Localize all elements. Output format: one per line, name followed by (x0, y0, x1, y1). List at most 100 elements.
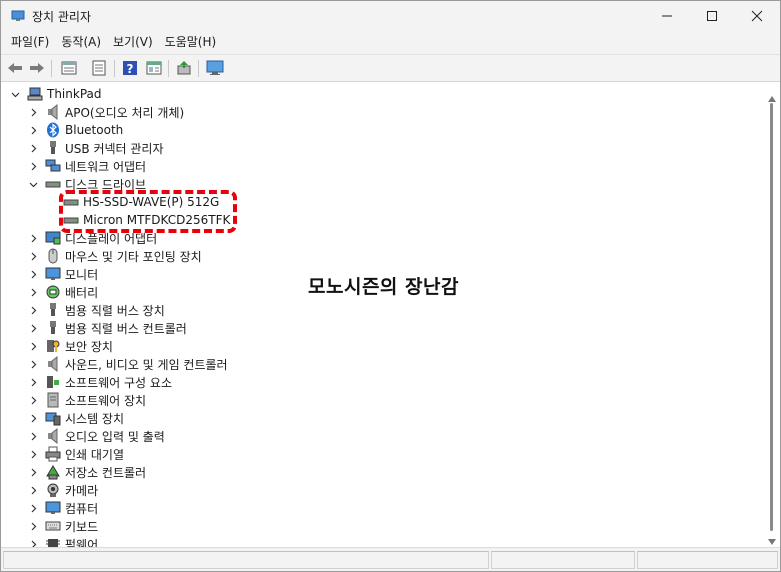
tree-category-batteries[interactable]: 배터리 (27, 283, 98, 301)
tree-category-apo[interactable]: APO(오디오 처리 개체) (27, 103, 184, 121)
properties-pane-icon[interactable] (59, 59, 79, 77)
tree-device-disk-1[interactable]: HS-SSD-WAVE(P) 512G (63, 193, 219, 211)
tree-category-print-queues[interactable]: 인쇄 대기열 (27, 445, 124, 463)
disk-drive-icon (63, 194, 79, 210)
system-device-icon (45, 410, 61, 426)
disk-drive-icon (63, 212, 79, 228)
chevron-right-icon[interactable] (27, 106, 39, 118)
tree-root-label: ThinkPad (47, 87, 102, 101)
update-driver-icon[interactable] (174, 59, 194, 77)
menu-action[interactable]: 동작(A) (55, 31, 107, 54)
tree-category-computer[interactable]: 컴퓨터 (27, 499, 98, 517)
vertical-scrollbar[interactable] (764, 84, 780, 547)
chevron-right-icon[interactable] (27, 466, 39, 478)
tree-category-usb-connector-manager[interactable]: USB 커넥터 관리자 (27, 139, 164, 157)
chevron-right-icon[interactable] (27, 340, 39, 352)
tree-category-cameras[interactable]: 카메라 (27, 481, 98, 499)
category-label: 보안 장치 (65, 339, 113, 354)
chevron-down-icon[interactable] (9, 88, 21, 100)
printer-icon (45, 446, 61, 462)
bluetooth-icon (45, 122, 61, 138)
tree-category-usb-controllers[interactable]: 범용 직렬 버스 컨트롤러 (27, 319, 187, 337)
tree-category-software-components[interactable]: 소프트웨어 구성 요소 (27, 373, 172, 391)
chevron-right-icon[interactable] (27, 538, 39, 547)
help-icon[interactable]: ? (120, 59, 140, 77)
close-button[interactable] (734, 1, 780, 31)
category-label: 네트워크 어댑터 (65, 159, 147, 174)
scrollbar-thumb[interactable] (770, 103, 773, 531)
chevron-right-icon[interactable] (27, 232, 39, 244)
title-bar[interactable]: 장치 관리자 (1, 1, 780, 31)
chevron-right-icon[interactable] (27, 304, 39, 316)
chevron-right-icon[interactable] (27, 124, 39, 136)
scroll-down-arrow-icon[interactable] (768, 534, 776, 548)
toolbar-separator (168, 60, 169, 77)
tree-device-disk-2[interactable]: Micron MTFDKCD256TFK (63, 211, 230, 229)
tree-category-audio-io[interactable]: 오디오 입력 및 출력 (27, 427, 165, 445)
chevron-right-icon[interactable] (27, 286, 39, 298)
tree-category-sound-video-game[interactable]: 사운드, 비디오 및 게임 컨트롤러 (27, 355, 228, 373)
toolbar-separator (51, 60, 52, 77)
forward-icon[interactable] (27, 59, 47, 77)
chevron-right-icon[interactable] (27, 376, 39, 388)
tree-category-network-adapters[interactable]: 네트워크 어댑터 (27, 157, 146, 175)
menu-file[interactable]: 파일(F) (5, 31, 55, 54)
chevron-right-icon[interactable] (27, 520, 39, 532)
tree-category-storage-controllers[interactable]: 저장소 컨트롤러 (27, 463, 146, 481)
device-label: HS-SSD-WAVE(P) 512G (83, 195, 220, 209)
tree-category-bluetooth[interactable]: Bluetooth (27, 121, 123, 139)
chevron-right-icon[interactable] (27, 160, 39, 172)
category-label: 인쇄 대기열 (65, 447, 125, 462)
category-label: 키보드 (65, 519, 99, 534)
tree-category-monitors[interactable]: 모니터 (27, 265, 98, 283)
tree-category-system-devices[interactable]: 시스템 장치 (27, 409, 124, 427)
back-icon[interactable] (5, 59, 25, 77)
tree-category-usb-devices[interactable]: 범용 직렬 버스 장치 (27, 301, 165, 319)
chevron-right-icon[interactable] (27, 322, 39, 334)
category-label: 디스플레이 어댑터 (65, 231, 158, 246)
chevron-right-icon[interactable] (27, 142, 39, 154)
minimize-button[interactable] (644, 1, 690, 31)
tree-category-firmware[interactable]: 펌웨어 (27, 535, 98, 547)
chevron-right-icon[interactable] (27, 430, 39, 442)
chevron-right-icon[interactable] (27, 394, 39, 406)
chevron-right-icon[interactable] (27, 484, 39, 496)
software-device-icon (45, 392, 61, 408)
usb-plug-icon (45, 302, 61, 318)
monitor-icon (45, 266, 61, 282)
tree-category-disk-drives[interactable]: 디스크 드라이브 (27, 175, 146, 193)
chevron-right-icon[interactable] (27, 268, 39, 280)
category-label: 시스템 장치 (65, 411, 125, 426)
camera-icon (45, 482, 61, 498)
chevron-right-icon[interactable] (27, 358, 39, 370)
category-label: USB 커넥터 관리자 (65, 141, 164, 156)
tree-category-keyboards[interactable]: 키보드 (27, 517, 98, 535)
tree-category-mice[interactable]: 마우스 및 기타 포인팅 장치 (27, 247, 202, 265)
list-view-icon[interactable] (89, 59, 109, 77)
menu-view[interactable]: 보기(V) (107, 31, 159, 54)
storage-controller-icon (45, 464, 61, 480)
status-pane (3, 551, 489, 569)
details-view-icon[interactable] (144, 59, 164, 77)
chevron-right-icon[interactable] (27, 250, 39, 262)
tree-root[interactable]: ThinkPad (9, 85, 102, 103)
chevron-right-icon[interactable] (27, 448, 39, 460)
category-label: Bluetooth (65, 123, 124, 137)
scan-hardware-icon[interactable] (205, 59, 225, 77)
menu-help[interactable]: 도움말(H) (159, 31, 223, 54)
tree-category-software-devices[interactable]: 소프트웨어 장치 (27, 391, 146, 409)
toolbar-separator (114, 60, 115, 77)
category-label: 범용 직렬 버스 컨트롤러 (65, 321, 187, 336)
category-label: 카메라 (65, 483, 99, 498)
tree-category-security-devices[interactable]: 보안 장치 (27, 337, 113, 355)
category-label: 소프트웨어 장치 (65, 393, 147, 408)
chevron-right-icon[interactable] (27, 502, 39, 514)
tree-category-display-adapters[interactable]: 디스플레이 어댑터 (27, 229, 157, 247)
maximize-button[interactable] (689, 1, 735, 31)
speaker-icon (45, 104, 61, 120)
chevron-right-icon[interactable] (27, 412, 39, 424)
category-label: 저장소 컨트롤러 (65, 465, 147, 480)
chevron-down-icon[interactable] (27, 178, 39, 190)
device-tree[interactable]: ThinkPad APO(오디오 처리 개체) Bluetooth USB 커넥… (1, 84, 764, 547)
speaker-icon (45, 428, 61, 444)
